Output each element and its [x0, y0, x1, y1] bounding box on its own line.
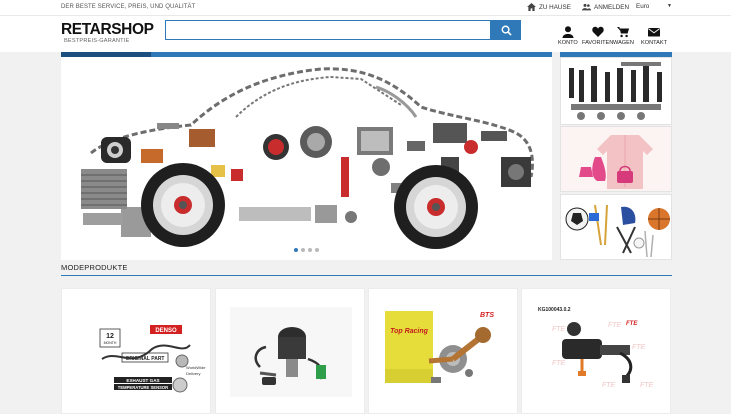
home-link-label: ZU HAUSE: [539, 3, 571, 11]
favorites-link[interactable]: FAVORITEN: [582, 26, 613, 46]
search-icon: [501, 25, 512, 36]
slider-dot[interactable]: [294, 248, 298, 252]
cart-label: WAGEN: [613, 40, 634, 46]
slider-dot[interactable]: [308, 248, 312, 252]
account-link[interactable]: KONTO: [558, 26, 578, 46]
search-input[interactable]: [165, 20, 491, 40]
front-wheel: [141, 163, 225, 247]
search-button[interactable]: [491, 20, 521, 40]
rear-wheel: [394, 165, 478, 249]
home-link[interactable]: ZU HAUSE: [527, 3, 571, 11]
logo-subtitle: BESTPREIS-GARANTIE: [64, 38, 130, 44]
product-image-ignition-switch: [216, 289, 364, 413]
svg-text:FTE: FTE: [552, 360, 566, 367]
chevron-down-icon: ▼: [667, 3, 672, 9]
fashion-image: [561, 127, 671, 191]
favorites-label: FAVORITEN: [582, 40, 614, 46]
svg-text:FTE: FTE: [632, 344, 646, 351]
contact-label: KONTAKT: [641, 40, 668, 46]
delivery-note-2: Delivery: [186, 371, 200, 376]
svg-text:FTE: FTE: [602, 382, 616, 389]
section-title: MODEPRODUKTE: [61, 263, 128, 272]
shock-absorbers-image: [561, 58, 671, 124]
product-card[interactable]: [215, 288, 365, 414]
product-image-oxygen-sensor: 12 MONTH DENSO ORIGINAL PART WorldWide D…: [62, 289, 210, 413]
login-link[interactable]: ANMELDEN: [582, 3, 629, 11]
currency-select[interactable]: Euro ▼: [636, 3, 672, 10]
cart-icon: [617, 27, 630, 38]
banner-fashion[interactable]: [560, 126, 672, 192]
product-code: KG100043.0.2: [538, 307, 571, 313]
caption-line-2: TEMPERATURE SENSOR: [118, 385, 168, 390]
logo[interactable]: RETARSHOP: [61, 21, 154, 39]
delivery-note-1: WorldWide: [186, 365, 206, 370]
section-divider: [61, 275, 672, 276]
slider-dot[interactable]: [301, 248, 305, 252]
cart-link[interactable]: WAGEN: [613, 26, 634, 46]
envelope-icon: [648, 28, 660, 37]
product-card[interactable]: Top Racing BTS: [368, 288, 518, 414]
home-icon: [527, 3, 536, 11]
car-parts-car-image: [61, 57, 552, 260]
box-brand-label: Top Racing: [390, 328, 429, 335]
product-image-crankshaft: Top Racing BTS: [369, 289, 517, 413]
user-icon: [562, 26, 574, 38]
warranty-badge-label: MONTH: [104, 341, 117, 345]
login-link-label: ANMELDEN: [594, 3, 629, 11]
top-bar: DER BESTE SERVICE, PREIS, UND QUALITÄT Z…: [0, 0, 731, 16]
svg-text:FTE: FTE: [608, 322, 622, 329]
slider-pagination: [61, 248, 552, 252]
bts-logo: BTS: [480, 312, 494, 319]
sports-equipment-image: [561, 195, 671, 259]
contact-link[interactable]: KONTAKT: [641, 26, 667, 46]
product-card[interactable]: KG100043.0.2 FTE FTE FTE FTE FTE FTE FTE: [521, 288, 671, 414]
header: RETARSHOP BESTPREIS-GARANTIE KONTO FAVOR…: [0, 16, 731, 52]
hero-slider[interactable]: [61, 52, 552, 260]
tagline: DER BESTE SERVICE, PREIS, UND QUALITÄT: [61, 4, 196, 10]
slider-dot[interactable]: [315, 248, 319, 252]
currency-value: Euro: [636, 3, 650, 10]
warranty-badge-number: 12: [106, 333, 114, 340]
users-icon: [582, 3, 591, 11]
product-card[interactable]: 12 MONTH DENSO ORIGINAL PART WorldWide D…: [61, 288, 211, 414]
banner-car-parts[interactable]: [560, 57, 672, 125]
svg-text:FTE: FTE: [640, 382, 654, 389]
caption-line-1: EXHAUST GAS: [126, 378, 159, 383]
banner-sports[interactable]: [560, 194, 672, 260]
product-image-brake-master-cylinder: KG100043.0.2 FTE FTE FTE FTE FTE FTE FTE: [522, 289, 670, 413]
svg-text:FTE: FTE: [552, 326, 566, 333]
heart-icon: [591, 26, 604, 37]
account-label: KONTO: [558, 40, 578, 46]
fte-logo: FTE: [626, 321, 638, 327]
brand-label: DENSO: [155, 328, 177, 334]
